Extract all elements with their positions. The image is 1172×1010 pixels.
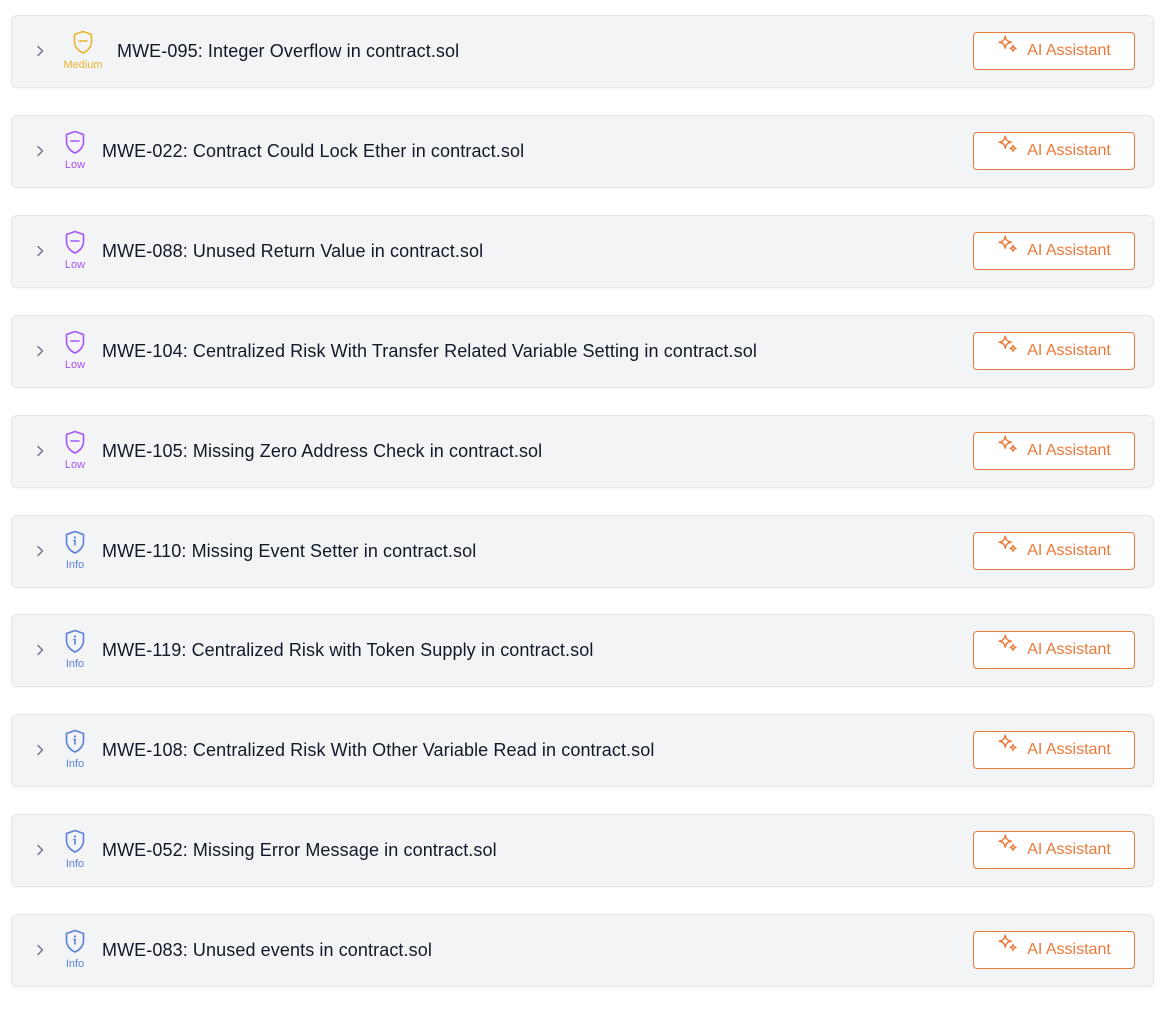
issue-row[interactable]: Medium MWE-095: Integer Overflow in cont… xyxy=(11,15,1154,88)
ai-assistant-label: AI Assistant xyxy=(1027,342,1111,359)
sparkles-icon xyxy=(997,133,1019,169)
issue-title: MWE-095: Integer Overflow in contract.so… xyxy=(117,41,460,61)
severity-badge: Info xyxy=(55,929,95,973)
ai-assistant-label: AI Assistant xyxy=(1027,941,1111,958)
sparkles-icon xyxy=(997,33,1019,69)
issue-row[interactable]: Info MWE-083: Unused events in contract.… xyxy=(11,914,1154,987)
sparkles-icon xyxy=(997,632,1019,668)
sparkles-icon xyxy=(997,932,1019,968)
issue-title: MWE-083: Unused events in contract.sol xyxy=(102,940,432,960)
severity-badge: Info xyxy=(55,629,95,673)
severity-label: Info xyxy=(65,758,85,770)
issue-list: Medium MWE-095: Integer Overflow in cont… xyxy=(0,0,1172,1010)
chevron-right-icon[interactable] xyxy=(33,444,47,458)
chevron-right-icon[interactable] xyxy=(33,743,47,757)
issue-title: MWE-119: Centralized Risk with Token Sup… xyxy=(102,640,594,660)
chevron-right-icon[interactable] xyxy=(33,643,47,657)
ai-assistant-label: AI Assistant xyxy=(1027,42,1111,59)
issue-row[interactable]: Info MWE-052: Missing Error Message in c… xyxy=(11,814,1154,887)
ai-assistant-button[interactable]: AI Assistant xyxy=(973,132,1135,170)
issue-row[interactable]: Info MWE-110: Missing Event Setter in co… xyxy=(11,515,1154,588)
issue-title: MWE-105: Missing Zero Address Check in c… xyxy=(102,441,543,461)
severity-badge: Info xyxy=(55,829,95,873)
chevron-right-icon[interactable] xyxy=(33,44,47,58)
chevron-right-icon[interactable] xyxy=(33,544,47,558)
ai-assistant-label: AI Assistant xyxy=(1027,641,1111,658)
ai-assistant-label: AI Assistant xyxy=(1027,442,1111,459)
ai-assistant-button[interactable]: AI Assistant xyxy=(973,32,1135,70)
chevron-right-icon[interactable] xyxy=(33,244,47,258)
severity-badge: Low xyxy=(55,130,95,174)
severity-label: Low xyxy=(64,259,86,271)
ai-assistant-button[interactable]: AI Assistant xyxy=(973,631,1135,669)
severity-label: Low xyxy=(64,359,86,371)
severity-badge: Low xyxy=(55,230,95,274)
issue-row[interactable]: Low MWE-088: Unused Return Value in cont… xyxy=(11,215,1154,288)
ai-assistant-label: AI Assistant xyxy=(1027,841,1111,858)
issue-row[interactable]: Low MWE-105: Missing Zero Address Check … xyxy=(11,415,1154,488)
ai-assistant-button[interactable]: AI Assistant xyxy=(973,332,1135,370)
sparkles-icon xyxy=(997,832,1019,868)
severity-label: Info xyxy=(65,958,85,970)
sparkles-icon xyxy=(997,732,1019,768)
ai-assistant-label: AI Assistant xyxy=(1027,142,1111,159)
sparkles-icon xyxy=(997,533,1019,569)
sparkles-icon xyxy=(997,433,1019,469)
issue-title: MWE-104: Centralized Risk With Transfer … xyxy=(102,341,757,361)
issue-row[interactable]: Info MWE-108: Centralized Risk With Othe… xyxy=(11,714,1154,787)
chevron-right-icon[interactable] xyxy=(33,843,47,857)
issue-title: MWE-022: Contract Could Lock Ether in co… xyxy=(102,141,525,161)
issue-row[interactable]: Low MWE-104: Centralized Risk With Trans… xyxy=(11,315,1154,388)
severity-label: Low xyxy=(64,159,86,171)
ai-assistant-label: AI Assistant xyxy=(1027,542,1111,559)
ai-assistant-label: AI Assistant xyxy=(1027,741,1111,758)
ai-assistant-label: AI Assistant xyxy=(1027,242,1111,259)
severity-label: Info xyxy=(65,858,85,870)
issue-title: MWE-110: Missing Event Setter in contrac… xyxy=(102,541,477,561)
issue-title: MWE-052: Missing Error Message in contra… xyxy=(102,840,497,860)
sparkles-icon xyxy=(997,233,1019,269)
severity-label: Medium xyxy=(63,59,103,71)
severity-label: Low xyxy=(64,459,86,471)
sparkles-icon xyxy=(997,333,1019,369)
chevron-right-icon[interactable] xyxy=(33,943,47,957)
severity-badge: Info xyxy=(55,729,95,773)
ai-assistant-button[interactable]: AI Assistant xyxy=(973,931,1135,969)
severity-badge: Medium xyxy=(62,30,104,74)
chevron-right-icon[interactable] xyxy=(33,344,47,358)
issue-title: MWE-108: Centralized Risk With Other Var… xyxy=(102,740,655,760)
severity-badge: Low xyxy=(55,430,95,474)
severity-badge: Info xyxy=(55,530,95,574)
issue-row[interactable]: Low MWE-022: Contract Could Lock Ether i… xyxy=(11,115,1154,188)
severity-badge: Low xyxy=(55,330,95,374)
ai-assistant-button[interactable]: AI Assistant xyxy=(973,532,1135,570)
ai-assistant-button[interactable]: AI Assistant xyxy=(973,831,1135,869)
chevron-right-icon[interactable] xyxy=(33,144,47,158)
ai-assistant-button[interactable]: AI Assistant xyxy=(973,731,1135,769)
severity-label: Info xyxy=(65,559,85,571)
severity-label: Info xyxy=(65,658,85,670)
ai-assistant-button[interactable]: AI Assistant xyxy=(973,232,1135,270)
ai-assistant-button[interactable]: AI Assistant xyxy=(973,432,1135,470)
issue-title: MWE-088: Unused Return Value in contract… xyxy=(102,241,484,261)
issue-row[interactable]: Info MWE-119: Centralized Risk with Toke… xyxy=(11,614,1154,687)
